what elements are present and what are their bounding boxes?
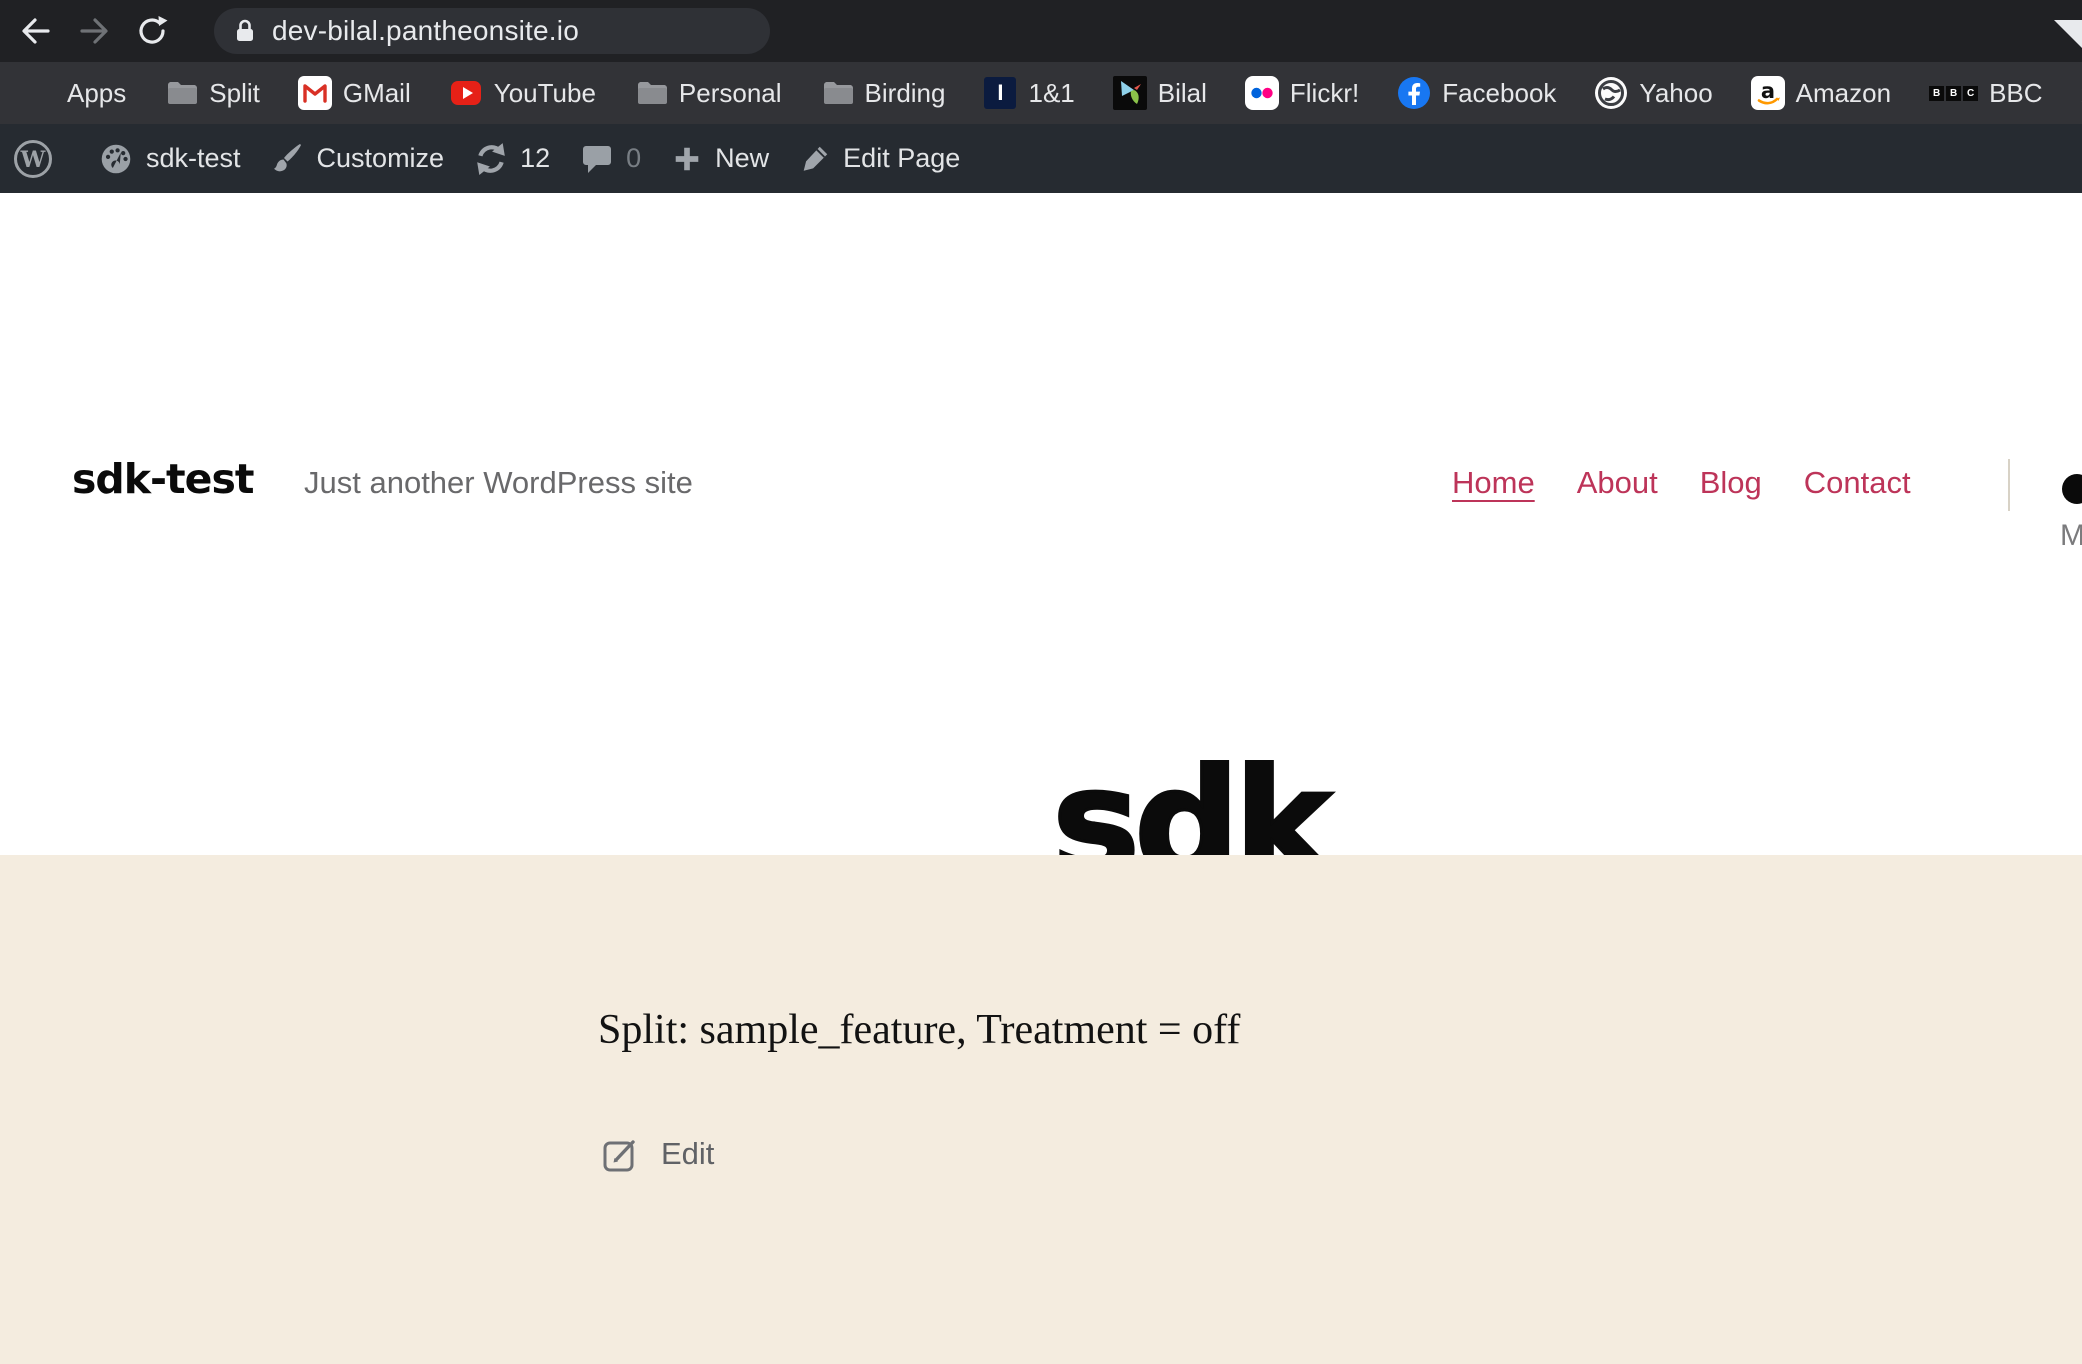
site-name-label: sdk-test bbox=[146, 143, 241, 174]
globe-icon bbox=[1594, 76, 1628, 110]
comments-count: 0 bbox=[626, 143, 641, 174]
bookmark-bbc[interactable]: BBC BBC bbox=[1929, 76, 2042, 110]
edit-post-link[interactable]: Edit bbox=[600, 1132, 714, 1176]
primary-nav: Home About Blog Contact bbox=[1452, 465, 1911, 501]
post-content-section bbox=[0, 855, 2082, 1364]
flickr-icon bbox=[1245, 76, 1279, 110]
header-dot-icon bbox=[2062, 474, 2082, 504]
nav-link-home[interactable]: Home bbox=[1452, 465, 1535, 501]
edit-page-menu[interactable]: Edit Page bbox=[799, 143, 960, 175]
bookmark-facebook[interactable]: Facebook bbox=[1397, 76, 1556, 110]
bookmark-amazon[interactable]: a Amazon bbox=[1751, 76, 1891, 110]
svg-text:a: a bbox=[1761, 79, 1775, 103]
forward-button[interactable] bbox=[72, 9, 116, 53]
split-status-text: Split: sample_feature, Treatment = off bbox=[598, 1006, 1240, 1054]
nav-link-about[interactable]: About bbox=[1577, 465, 1658, 501]
reload-button[interactable] bbox=[130, 9, 174, 53]
folder-icon bbox=[164, 76, 198, 110]
update-arrows-icon bbox=[474, 142, 508, 176]
url-text: dev-bilal.pantheonsite.io bbox=[272, 15, 579, 47]
nav-link-blog[interactable]: Blog bbox=[1700, 465, 1762, 501]
facebook-icon bbox=[1397, 76, 1431, 110]
browser-window: dev-bilal.pantheonsite.io Apps Split GMa… bbox=[0, 0, 2082, 1364]
edit-icon bbox=[600, 1132, 644, 1176]
bookmark-flickr[interactable]: Flickr! bbox=[1245, 76, 1359, 110]
gmail-icon bbox=[298, 76, 332, 110]
forward-arrow-icon bbox=[76, 13, 112, 49]
truncated-menu-label: M bbox=[2060, 519, 2082, 553]
wordpress-logo-icon: W bbox=[12, 138, 54, 180]
bookmark-label: GMail bbox=[343, 78, 411, 109]
reload-icon bbox=[134, 13, 170, 49]
pencil-icon bbox=[799, 143, 831, 175]
hummingbird-icon bbox=[1113, 76, 1147, 110]
cursor-artifact bbox=[2052, 14, 2082, 50]
bookmark-label: Split bbox=[209, 78, 260, 109]
folder-icon bbox=[634, 76, 668, 110]
site-header: sdk-test Just another WordPress site Hom… bbox=[0, 193, 2082, 855]
header-divider bbox=[2008, 459, 2010, 511]
bookmark-gmail[interactable]: GMail bbox=[298, 76, 411, 110]
wp-logo-menu[interactable]: W bbox=[12, 138, 54, 180]
updates-count: 12 bbox=[520, 143, 550, 174]
bookmark-label: Personal bbox=[679, 78, 782, 109]
edit-label: Edit bbox=[661, 1136, 714, 1172]
bookmark-label: Apps bbox=[67, 78, 126, 109]
bookmark-birding[interactable]: Birding bbox=[820, 76, 946, 110]
youtube-icon bbox=[449, 76, 483, 110]
plus-icon bbox=[671, 143, 703, 175]
edit-page-label: Edit Page bbox=[843, 143, 960, 174]
amazon-icon: a bbox=[1751, 76, 1785, 110]
bookmark-label: Yahoo bbox=[1639, 78, 1712, 109]
site-title[interactable]: sdk-test bbox=[72, 455, 253, 503]
url-bar[interactable]: dev-bilal.pantheonsite.io bbox=[214, 8, 770, 54]
nav-link-contact[interactable]: Contact bbox=[1804, 465, 1911, 501]
new-menu[interactable]: New bbox=[671, 143, 769, 175]
comments-menu[interactable]: 0 bbox=[580, 142, 641, 176]
1and1-icon: I bbox=[983, 76, 1017, 110]
bookmark-bilal[interactable]: Bilal bbox=[1113, 76, 1207, 110]
bookmark-label: Bilal bbox=[1158, 78, 1207, 109]
back-arrow-icon bbox=[18, 13, 54, 49]
bookmark-label: YouTube bbox=[494, 78, 596, 109]
comment-bubble-icon bbox=[580, 142, 614, 176]
new-label: New bbox=[715, 143, 769, 174]
paintbrush-icon bbox=[271, 142, 305, 176]
bookmark-yahoo[interactable]: Yahoo bbox=[1594, 76, 1712, 110]
svg-text:W: W bbox=[20, 147, 46, 173]
bookmark-label: 1&1 bbox=[1028, 78, 1074, 109]
site-tagline: Just another WordPress site bbox=[304, 465, 693, 501]
customize-label: Customize bbox=[317, 143, 445, 174]
site-name-menu[interactable]: sdk-test bbox=[98, 141, 241, 177]
dashboard-gauge-icon bbox=[98, 141, 134, 177]
bookmark-label: Facebook bbox=[1442, 78, 1556, 109]
bookmark-label: Flickr! bbox=[1290, 78, 1359, 109]
back-button[interactable] bbox=[14, 9, 58, 53]
wp-admin-bar: W sdk-test Customize 12 0 New Edit Page bbox=[0, 124, 2082, 193]
updates-menu[interactable]: 12 bbox=[474, 142, 550, 176]
google-apps-grid-icon bbox=[22, 76, 56, 110]
bookmark-youtube[interactable]: YouTube bbox=[449, 76, 596, 110]
lock-icon bbox=[230, 16, 260, 46]
bookmarks-bar: Apps Split GMail YouTube Personal Birdin… bbox=[0, 62, 2082, 124]
bookmark-apps[interactable]: Apps bbox=[22, 76, 126, 110]
customize-menu[interactable]: Customize bbox=[271, 142, 445, 176]
bbc-icon: BBC bbox=[1929, 76, 1978, 110]
bookmark-personal[interactable]: Personal bbox=[634, 76, 782, 110]
bookmark-label: Birding bbox=[865, 78, 946, 109]
folder-icon bbox=[820, 76, 854, 110]
bookmark-1and1[interactable]: I 1&1 bbox=[983, 76, 1074, 110]
bookmark-label: Amazon bbox=[1796, 78, 1891, 109]
bookmark-label: BBC bbox=[1989, 78, 2042, 109]
chrome-toolbar: dev-bilal.pantheonsite.io bbox=[0, 0, 2082, 62]
bookmark-split[interactable]: Split bbox=[164, 76, 260, 110]
